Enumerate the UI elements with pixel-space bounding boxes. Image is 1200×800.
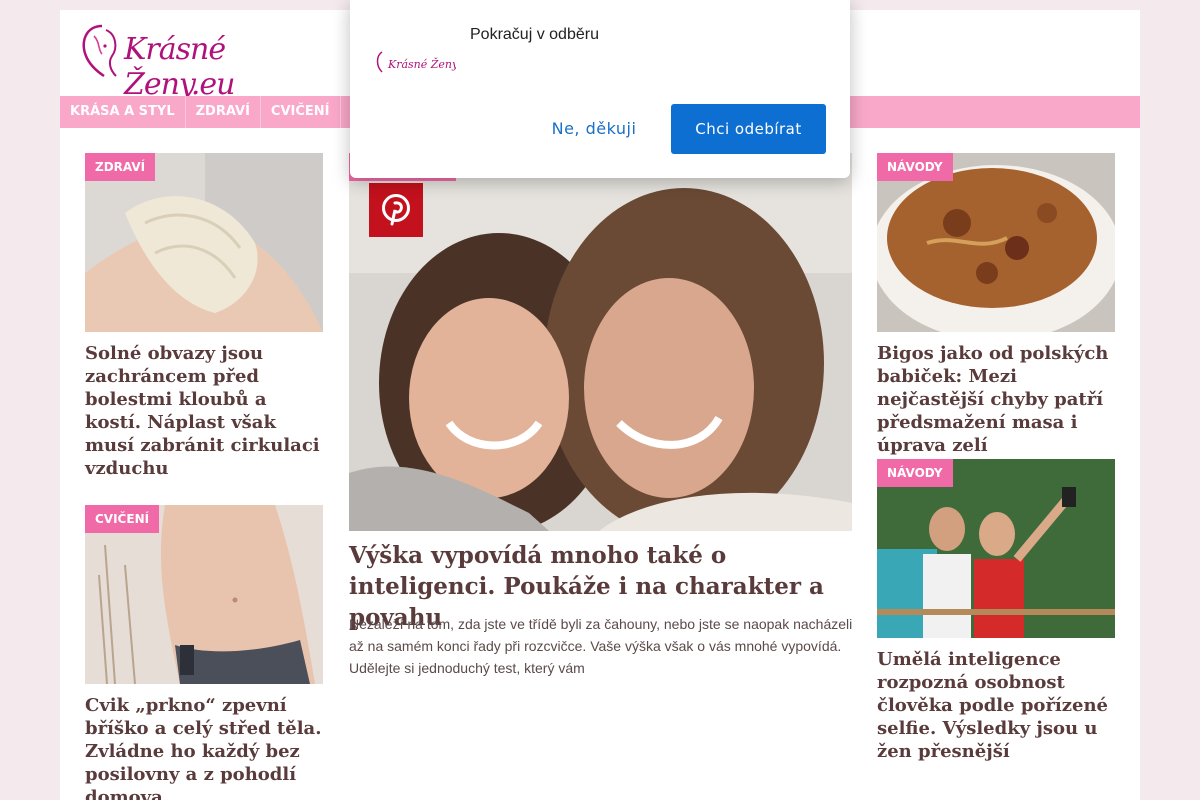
logo-text: Krásné Ženy.eu [124,32,236,102]
article-title[interactable]: Umělá inteligence rozpozná osobnost člov… [877,648,1115,763]
category-tag[interactable]: NÁVODY [877,459,953,487]
nav-item-cviceni[interactable]: CVIČENÍ [261,96,341,128]
decline-button[interactable]: Ne, děkuji [538,104,650,154]
popup-logo-text: Krásné Ženy.eu [387,57,456,71]
pinterest-share-button[interactable] [369,183,423,237]
category-tag[interactable]: ZDRAVÍ [85,153,156,181]
popup-logo: Krásné Ženy.eu [374,48,474,78]
article-title[interactable]: Solné obvazy jsou zachráncem před bolest… [85,342,323,480]
article-title[interactable]: Cvik „prkno“ zpevní bříško a celý střed … [85,694,323,800]
article-image-bandage[interactable]: ZDRAVÍ [85,153,323,332]
category-tag[interactable]: CVIČENÍ [85,505,160,533]
site-logo[interactable]: Krásné Ženy.eu [72,20,297,102]
nav-item-zdravi[interactable]: ZDRAVÍ [186,96,261,128]
main-article-image[interactable] [349,153,852,531]
subscription-popup: Krásné Ženy.eu Pokračuj v odběru Ne, děk… [350,0,850,178]
logo-face-icon: Krásné Ženy.eu [376,51,474,73]
popup-title: Pokračuj v odběru [470,26,599,43]
article-image-selfie[interactable]: NÁVODY [877,459,1115,638]
nav-item-krasa-a-styl[interactable]: KRÁSA A STYL [60,96,186,128]
article-title[interactable]: Bigos jako od polských babiček: Mezi nej… [877,342,1115,457]
subscribe-button[interactable]: Chci odebírat [671,104,826,154]
main-article-excerpt: Nezáleží na tom, zda jste ve třídě byli … [349,616,853,676]
pinterest-icon [382,194,410,226]
article-image-belly[interactable]: CVIČENÍ [85,505,323,684]
logo-face-icon [82,24,117,78]
article-image-bigos[interactable]: NÁVODY [877,153,1115,332]
category-tag[interactable]: NÁVODY [877,153,953,181]
